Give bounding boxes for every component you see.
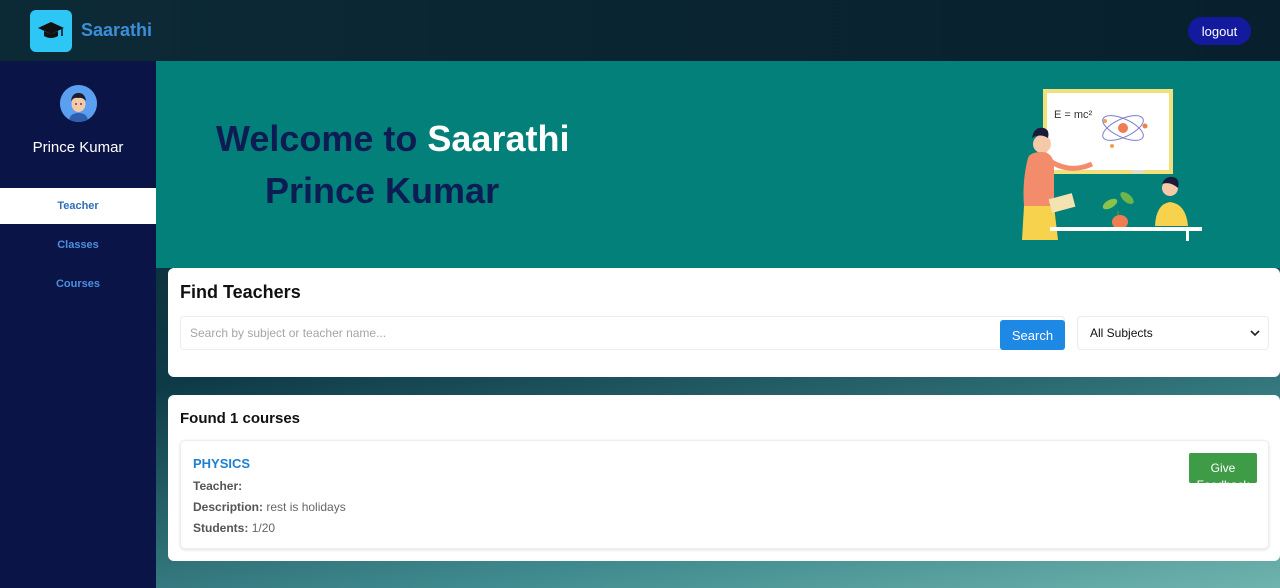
- course-description-label: Description:: [193, 500, 264, 514]
- subject-select[interactable]: All Subjects: [1077, 316, 1269, 350]
- course-name[interactable]: PHYSICS: [193, 456, 250, 471]
- search-button[interactable]: Search: [1000, 320, 1065, 350]
- course-students: Students: 1/20: [193, 521, 275, 535]
- sidebar: Prince Kumar Teacher Classes Courses: [0, 61, 156, 588]
- course-description-value: rest is holidays: [266, 500, 346, 514]
- app-logo[interactable]: [30, 10, 72, 52]
- give-feedback-button[interactable]: Give Feedback: [1189, 453, 1257, 483]
- sidebar-item-courses[interactable]: Courses: [0, 266, 156, 302]
- welcome-user-name: Prince Kumar: [265, 170, 500, 211]
- find-teachers-card: Find Teachers Search All Subjects: [168, 268, 1280, 377]
- brand-name[interactable]: Saarathi: [81, 20, 152, 41]
- course-students-value: 1/20: [251, 521, 276, 535]
- course-description: Description: rest is holidays: [193, 500, 346, 514]
- welcome-heading: Welcome to Saarathi: [216, 118, 569, 160]
- results-count-heading: Found 1 courses: [180, 410, 301, 427]
- top-navbar: Saarathi logout: [0, 0, 1280, 61]
- sidebar-item-classes[interactable]: Classes: [0, 227, 156, 263]
- welcome-prefix: Welcome to: [216, 118, 418, 159]
- course-teacher: Teacher:: [193, 479, 242, 493]
- sidebar-user-name: Prince Kumar: [32, 139, 124, 156]
- svg-text:E = mc²: E = mc²: [1054, 109, 1093, 121]
- chevron-down-icon: [1250, 330, 1260, 337]
- sidebar-item-teacher[interactable]: Teacher: [0, 188, 156, 224]
- subject-select-value: All Subjects: [1090, 326, 1153, 340]
- course-students-label: Students:: [193, 521, 249, 535]
- avatar: [60, 85, 97, 122]
- search-input[interactable]: [180, 316, 1065, 350]
- hero-brand: Saarathi: [427, 118, 570, 159]
- results-card: Found 1 courses PHYSICS Teacher: Descrip…: [168, 395, 1280, 561]
- logout-button[interactable]: logout: [1188, 17, 1251, 45]
- find-teachers-title: Find Teachers: [180, 282, 301, 302]
- teacher-illustration: E = mc²: [1022, 89, 1202, 241]
- course-card: PHYSICS Teacher: Description: rest is ho…: [180, 440, 1269, 549]
- graduation-cap-icon: [38, 22, 64, 38]
- user-avatar-icon: [60, 85, 97, 122]
- course-teacher-label: Teacher:: [193, 479, 243, 493]
